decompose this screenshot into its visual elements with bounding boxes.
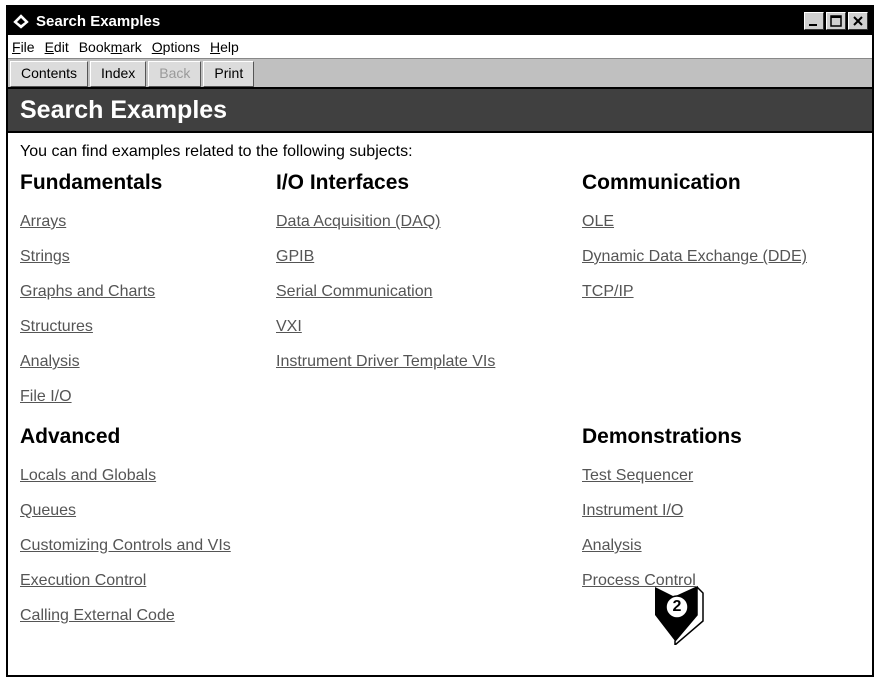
index-button[interactable]: Index: [90, 61, 147, 87]
link-customizing-controls[interactable]: Customizing Controls and VIs: [20, 537, 231, 555]
close-icon: [853, 16, 863, 26]
link-ole[interactable]: OLE: [582, 213, 614, 231]
back-button[interactable]: Back: [148, 61, 202, 87]
link-instrument-io[interactable]: Instrument I/O: [582, 502, 683, 520]
toolbar: Contents Index Back Print: [8, 59, 872, 89]
heading-communication: Communication: [582, 171, 741, 194]
close-button[interactable]: [848, 12, 868, 30]
link-daq[interactable]: Data Acquisition (DAQ): [276, 213, 441, 231]
link-graphs-and-charts[interactable]: Graphs and Charts: [20, 283, 155, 301]
maximize-icon: [830, 15, 842, 27]
callout-number: 2: [672, 598, 682, 615]
link-serial-communication[interactable]: Serial Communication: [276, 283, 433, 301]
heading-io-interfaces: I/O Interfaces: [276, 171, 410, 194]
link-vxi[interactable]: VXI: [276, 318, 302, 336]
link-execution-control[interactable]: Execution Control: [20, 572, 146, 590]
minimize-icon: [809, 24, 817, 26]
help-book-icon: [12, 12, 30, 30]
link-calling-external-code[interactable]: Calling External Code: [20, 607, 175, 625]
menu-file[interactable]: File: [12, 39, 35, 55]
heading-demonstrations: Demonstrations: [582, 425, 742, 448]
menu-options[interactable]: Options: [152, 39, 200, 55]
heading-advanced: Advanced: [20, 425, 121, 448]
link-gpib[interactable]: GPIB: [276, 248, 314, 266]
callout-pointer: 2: [641, 575, 709, 647]
link-file-io[interactable]: File I/O: [20, 388, 72, 406]
minimize-button[interactable]: [804, 12, 824, 30]
link-test-sequencer[interactable]: Test Sequencer: [582, 467, 693, 485]
menu-edit[interactable]: Edit: [45, 39, 69, 55]
intro-text: You can find examples related to the fol…: [20, 143, 413, 160]
menu-bar: File Edit Bookmark Options Help: [8, 35, 872, 59]
link-arrays[interactable]: Arrays: [20, 213, 66, 231]
maximize-button[interactable]: [826, 12, 846, 30]
content-area: You can find examples related to the fol…: [8, 133, 872, 673]
link-demo-analysis[interactable]: Analysis: [582, 537, 642, 555]
page-title: Search Examples: [8, 89, 872, 133]
help-window: Search Examples File Edit Bookmark Optio…: [6, 5, 874, 677]
link-instrument-driver-template-vis[interactable]: Instrument Driver Template VIs: [276, 353, 495, 371]
link-tcp-ip[interactable]: TCP/IP: [582, 283, 634, 301]
menu-bookmark[interactable]: Bookmark: [79, 39, 142, 55]
menu-help[interactable]: Help: [210, 39, 239, 55]
link-structures[interactable]: Structures: [20, 318, 93, 336]
heading-fundamentals: Fundamentals: [20, 171, 163, 194]
link-queues[interactable]: Queues: [20, 502, 76, 520]
contents-button[interactable]: Contents: [10, 61, 89, 87]
link-strings[interactable]: Strings: [20, 248, 70, 266]
window-title: Search Examples: [36, 12, 161, 30]
link-analysis[interactable]: Analysis: [20, 353, 80, 371]
link-locals-and-globals[interactable]: Locals and Globals: [20, 467, 156, 485]
link-dde[interactable]: Dynamic Data Exchange (DDE): [582, 248, 807, 266]
print-button[interactable]: Print: [203, 61, 255, 87]
title-bar[interactable]: Search Examples: [8, 7, 872, 35]
